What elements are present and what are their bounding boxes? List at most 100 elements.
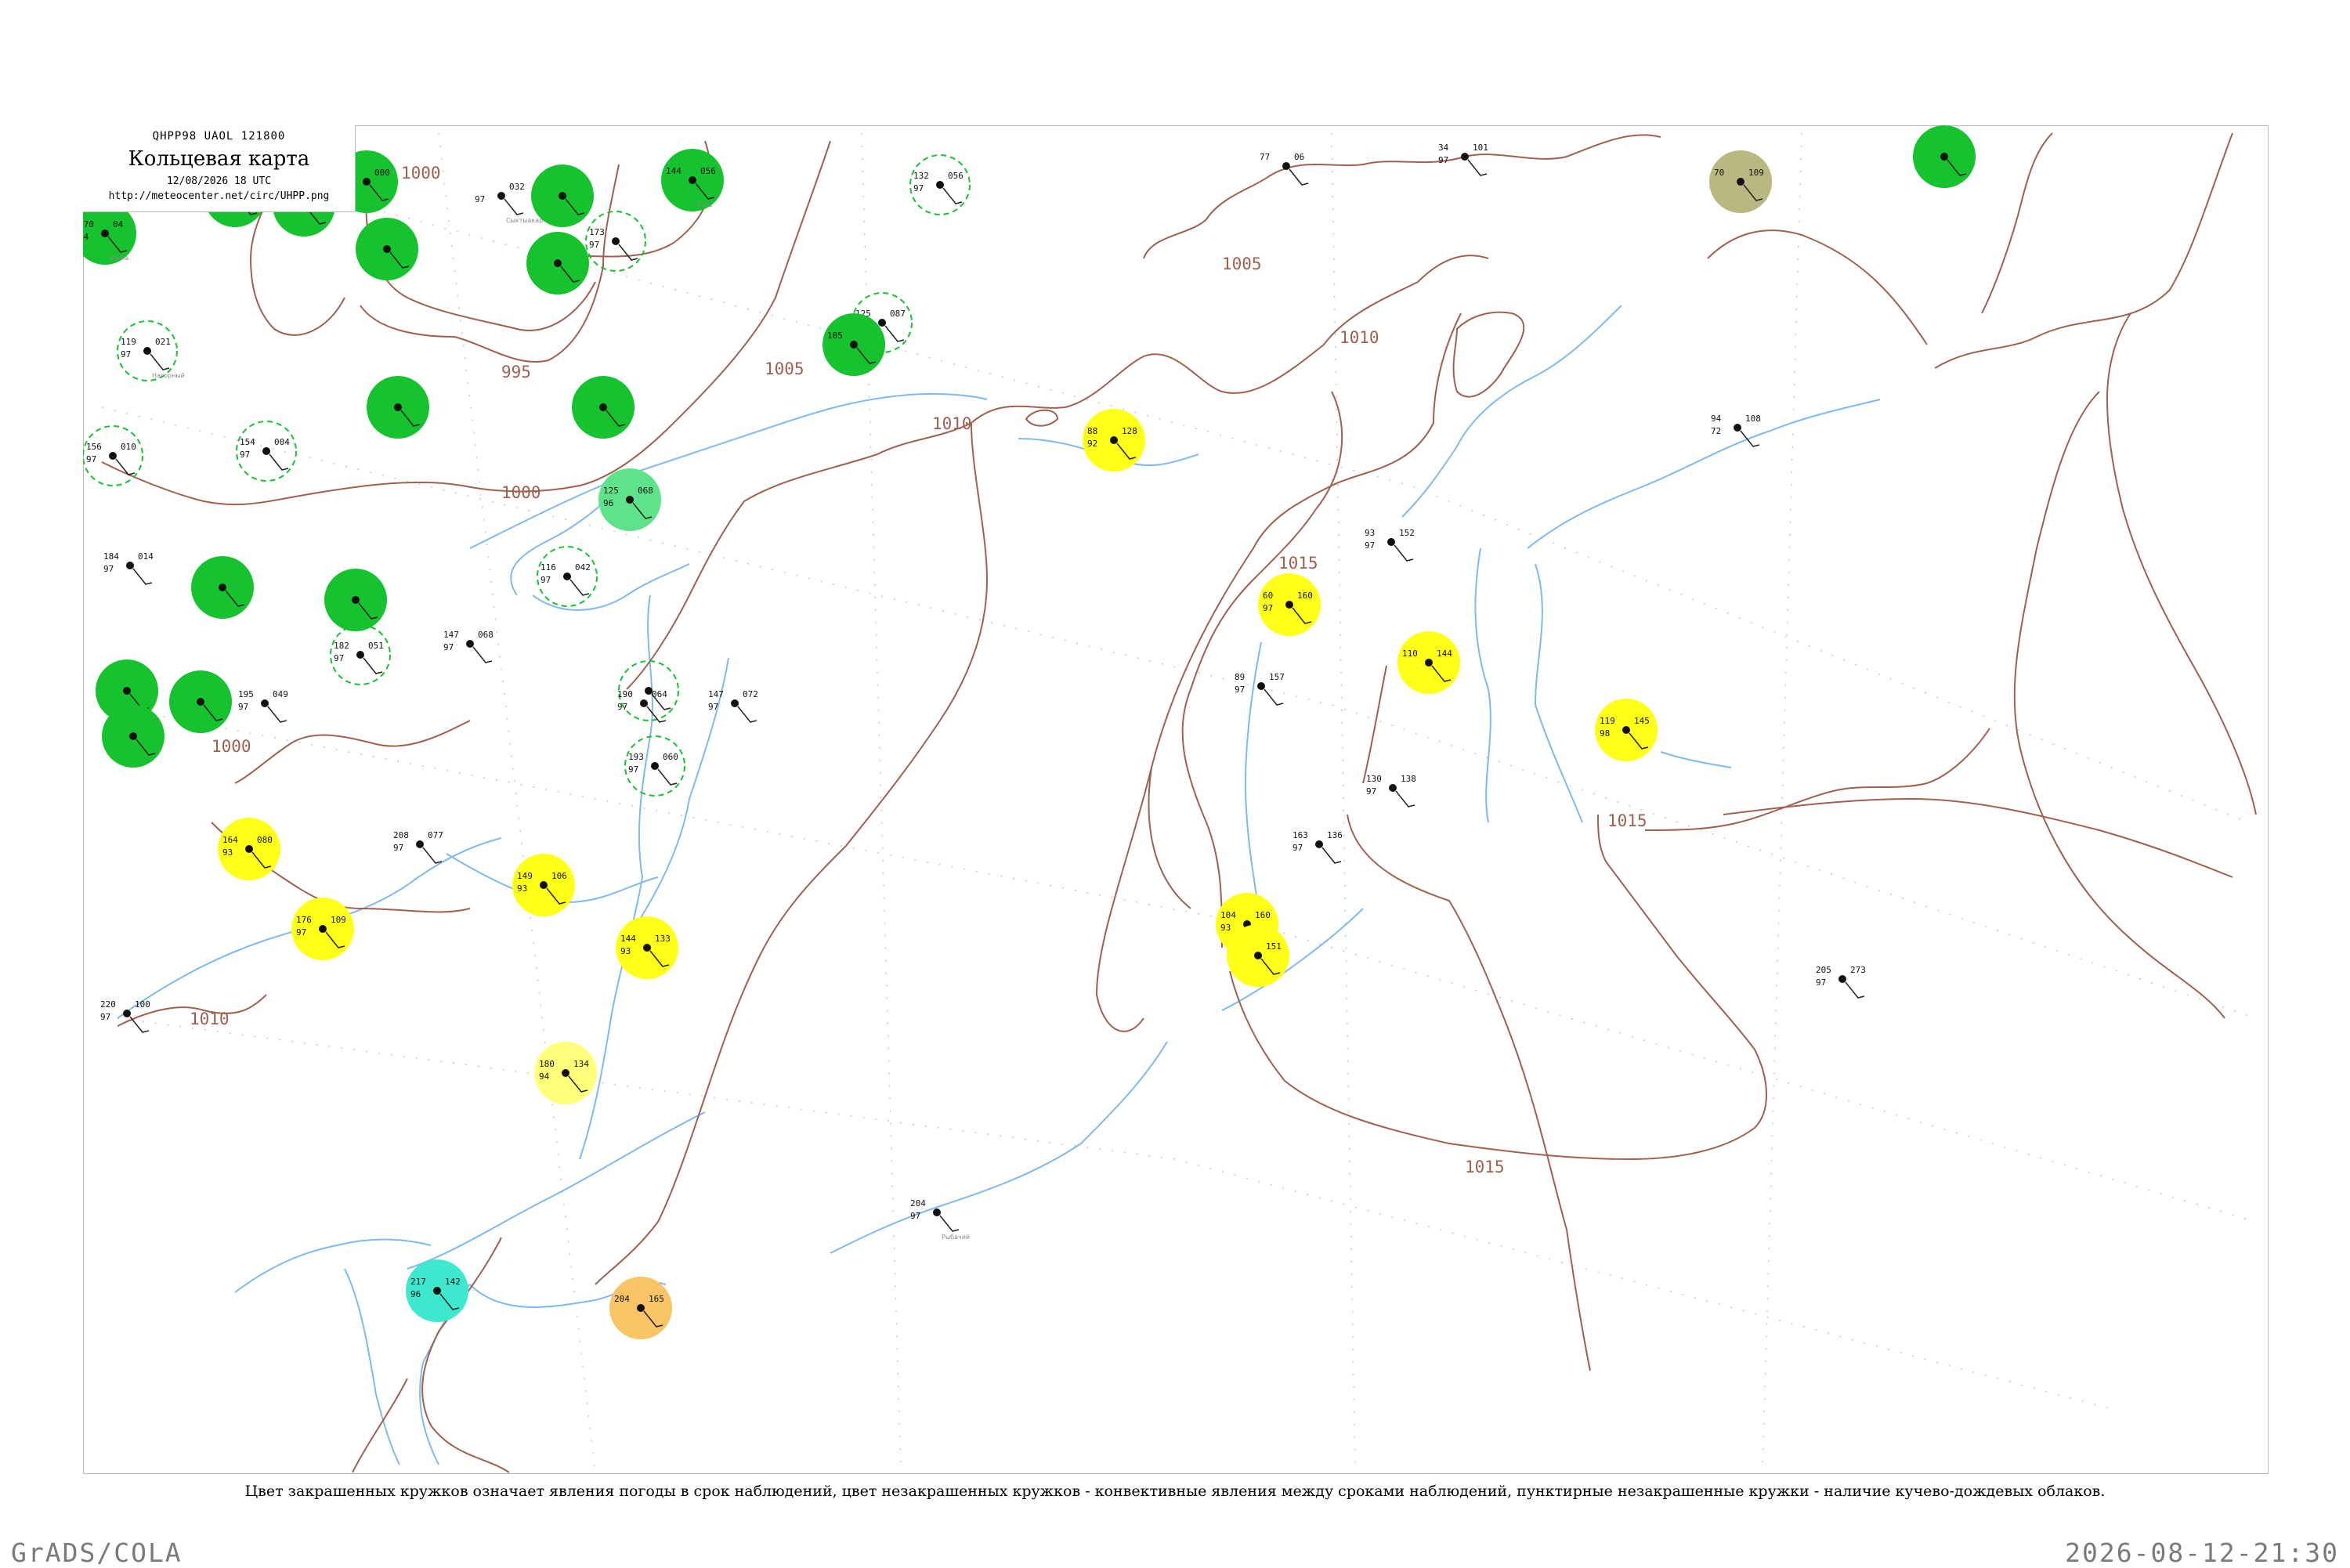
cloud-cover-icon [1282,162,1290,170]
station-9[interactable]: 17397 [585,211,646,272]
station-temperature: 60 [1263,591,1273,601]
station-6[interactable]: 144 056 Ухта [661,149,724,211]
cloud-cover-icon [1461,153,1469,161]
station-pressure: 064 [652,689,667,699]
station-dewpoint: 97 [1263,603,1273,613]
wind-barb-icon [939,1215,960,1232]
wind-barb-icon [1264,688,1284,706]
station-46[interactable]: 70 109 [1709,150,1772,213]
station-temperature: 182 [334,641,349,651]
station-temperature: 147 [708,689,724,699]
station-dewpoint: 97 [628,764,638,775]
station-19[interactable]: 116 042 97 [537,546,598,607]
station-21[interactable] [191,556,254,619]
station-56[interactable]: 163 136 97 [1292,830,1343,864]
station-41[interactable]: 60 160 97 [1258,573,1321,636]
station-34[interactable]: 149 106 93 [512,854,575,916]
station-55[interactable]: 130 138 97 [1366,774,1416,807]
station-pressure: 138 [1401,774,1416,784]
station-54[interactable]: 89 157 97 [1235,672,1285,706]
station-dewpoint: 97 [589,240,599,250]
station-pressure: 014 [138,551,154,562]
station-pressure: 128 [1122,426,1137,436]
station-24[interactable]: 147 068 97 [443,630,494,663]
station-temperature: 193 [628,752,644,762]
station-16[interactable]: 156 010 97 [83,425,143,486]
cloud-cover-icon [878,319,886,327]
station-temperature: 164 [222,835,238,845]
wind-barb-icon [1467,159,1488,176]
cloud-cover-icon [1940,153,1948,161]
station-13[interactable]: 105 [822,313,885,376]
cloud-cover-icon [319,925,327,933]
station-name: Рыбачий [942,1234,970,1241]
cloud-cover-icon [1110,436,1118,444]
station-11[interactable]: 119 021 97 Нагорный [117,320,185,381]
station-42[interactable]: 110 144 [1397,631,1460,694]
station-33[interactable]: 164 080 93 [218,818,280,880]
station-14[interactable] [367,376,429,439]
station-48[interactable]: 205 273 97 [1816,965,1866,999]
station-57[interactable]: 208 077 97 [393,830,443,864]
station-pressure: 160 [1297,591,1313,601]
station-39[interactable]: 204 165 [609,1277,672,1339]
source-url[interactable]: http://meteocenter.net/circ/UHPP.png [83,190,355,202]
station-53[interactable]: 93 152 97 [1365,528,1415,562]
cloud-cover-icon [1838,975,1846,983]
station-51[interactable]: 77 06 [1260,152,1309,186]
station-15[interactable] [572,376,634,439]
station-8[interactable] [356,218,418,280]
station-45[interactable]: 151 [1227,924,1289,987]
station-52[interactable]: 94 108 72 [1711,414,1761,447]
cloud-cover-icon [612,237,620,245]
map-title: Кольцевая карта [128,147,310,171]
station-name: Ижма [110,255,128,262]
station-28[interactable]: 195 049 97 [238,689,288,723]
bulletin-code: QHPP98 UAOL 121800 [152,130,286,143]
station-17[interactable]: 154 004 97 [236,421,297,482]
cloud-cover-icon [1254,952,1262,959]
station-10[interactable] [526,232,589,294]
station-30[interactable]: 190 064 97 [617,689,667,723]
station-23[interactable]: 182 051 97 [330,624,391,685]
station-dewpoint: 92 [1087,439,1097,449]
station-47[interactable] [1913,125,1976,188]
station-22[interactable] [324,569,387,631]
station-38[interactable]: 217 142 96 [406,1259,468,1322]
station-dewpoint: 97 [1366,786,1376,797]
station-temperature: 180 [539,1059,555,1069]
station-dewpoint: 96 [603,498,613,508]
station-7[interactable]: 132 056 97 [909,154,971,215]
station-49[interactable]: 204 97 Рыбачий [910,1198,970,1241]
station-37[interactable]: 180 134 94 [534,1042,597,1104]
cloud-cover-icon [1315,840,1323,848]
station-27[interactable] [169,670,232,733]
station-50[interactable]: 34 101 97 [1438,143,1488,176]
station-36[interactable]: 144 133 93 [616,916,678,979]
station-dewpoint: 93 [222,847,233,858]
cloud-cover-icon [640,699,648,707]
cloud-cover-icon [219,583,226,591]
cloud-cover-icon [637,1304,645,1312]
station-43[interactable]: 119 145 98 [1595,699,1658,761]
station-18[interactable]: 125 068 96 [598,468,661,531]
station-40[interactable]: 88 128 92 [1083,409,1145,471]
station-pressure: 080 [257,835,273,845]
station-pressure: 133 [655,934,671,944]
station-temperature: 195 [238,689,254,699]
station-pressure: 068 [478,630,494,640]
wind-barb-icon [132,568,153,585]
station-35[interactable]: 176 109 97 [291,898,354,960]
wind-barb-icon [422,847,443,864]
wind-barb-icon [472,646,493,663]
station-26[interactable] [102,705,164,768]
cloud-cover-icon [497,192,505,200]
station-20[interactable]: 184 014 97 [103,551,154,585]
wind-barb-icon [1845,981,1865,999]
station-pressure: 010 [121,442,136,452]
station-5[interactable] [531,164,594,227]
wind-barb-icon [657,768,678,786]
station-temperature: 88 [1087,426,1097,436]
station-31[interactable]: 193 060 97 [624,735,685,797]
isobar-label: 995 [501,363,531,381]
